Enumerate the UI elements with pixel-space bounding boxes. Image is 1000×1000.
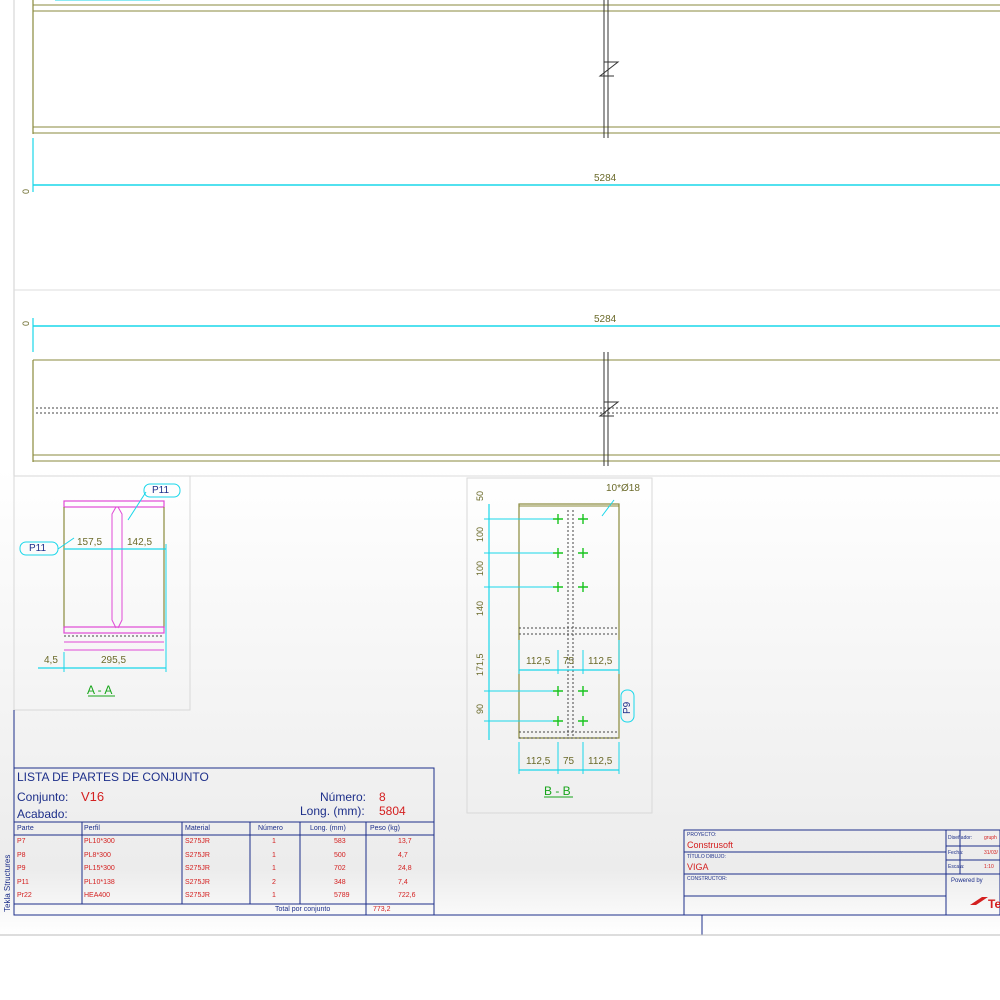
parts-cell: P9 [17, 865, 26, 872]
parts-cell: 24,8 [398, 865, 412, 872]
aa-dim-bottom-small: 4,5 [44, 655, 58, 666]
parts-cell: PL10*138 [84, 878, 115, 886]
aa-section-title: A - A [87, 683, 113, 697]
parts-cell: 702 [334, 865, 346, 872]
bb-vdim-5: 171,5 [475, 653, 485, 676]
col-header-peso: Peso (kg) [370, 825, 400, 832]
parts-cell: 13,7 [398, 838, 412, 845]
bb-vdim-1: 50 [475, 490, 485, 501]
bb-vdim-6: 90 [475, 703, 485, 714]
proyecto-label: PROYECTO: [687, 832, 717, 838]
parts-cell: 4,7 [398, 851, 408, 859]
total-label: Total por conjunto [275, 906, 331, 913]
escala-value: 1:10 [984, 864, 994, 870]
parts-cell: Pr22 [17, 892, 32, 899]
bb-mid-dim-2: 75 [563, 656, 575, 667]
parts-cell: PL15*300 [84, 865, 115, 872]
bb-hole-note: 10*Ø18 [606, 483, 640, 494]
drawing-sheet: 5284 0 5284 0 P11 P11 157,5 142,5 4,5 29… [0, 0, 1000, 1000]
top-origin-text: 0 [21, 188, 31, 194]
proyecto-value: Construsoft [687, 840, 734, 850]
bb-bottom-dim-3: 112,5 [588, 756, 613, 767]
parts-cell: S275JR [185, 892, 210, 899]
parts-cell: S275JR [185, 851, 210, 859]
escala-label: Escala: [948, 864, 965, 870]
long-value: 5804 [379, 804, 406, 818]
parts-cell: P8 [17, 851, 26, 859]
parts-cell: 1 [272, 865, 276, 872]
bb-mid-dim-3: 112,5 [588, 656, 613, 667]
conjunto-value: V16 [81, 789, 105, 804]
aa-dim-right: 142,5 [127, 537, 153, 548]
aa-dim-bottom-main: 295,5 [101, 655, 127, 666]
parts-cell: 1 [272, 892, 276, 899]
aa-tag-p11-top: P11 [152, 485, 170, 496]
col-header-long: Long. (mm) [310, 825, 346, 832]
parts-cell: 348 [334, 878, 346, 886]
bb-section-title: B - B [544, 784, 571, 798]
logo-text: Te [988, 897, 1000, 911]
total-value: 773,2 [373, 906, 391, 913]
parts-cell: 722,6 [398, 892, 416, 899]
col-header-numero: Número [258, 825, 283, 832]
parts-cell: 1 [272, 838, 276, 845]
bottom-origin-text: 0 [21, 320, 31, 326]
disenador-value: gruph [984, 835, 997, 841]
sheet-background [0, 0, 1000, 935]
parts-cell: S275JR [185, 878, 210, 886]
fecha-label: Fecha: [948, 850, 964, 856]
parts-cell: 5789 [334, 892, 350, 899]
drawing-canvas [0, 0, 1000, 1000]
side-label: Tekla Structures [3, 854, 12, 912]
bb-mid-dim-1: 112,5 [526, 656, 551, 667]
parts-cell: P11 [17, 878, 29, 886]
bb-vdim-2: 100 [475, 526, 485, 542]
parts-cell: 1 [272, 851, 276, 859]
bb-bottom-dim-1: 112,5 [526, 756, 551, 767]
numero-label: Número: [320, 790, 367, 804]
parts-cell: 583 [334, 838, 346, 845]
bb-vdim-3: 100 [475, 560, 485, 576]
parts-cell: 2 [272, 878, 276, 886]
bottom-dimension-text: 5284 [594, 314, 617, 325]
screen-margin [0, 935, 1000, 1000]
aa-dim-left: 157,5 [77, 537, 103, 548]
bb-bottom-dim-2: 75 [563, 756, 575, 767]
col-header-parte: Parte [17, 825, 34, 832]
long-label: Long. (mm): [300, 804, 365, 818]
powered-by-label: Powered by [951, 878, 983, 884]
numero-value: 8 [379, 790, 386, 804]
parts-list-heading: LISTA DE PARTES DE CONJUNTO [17, 770, 209, 784]
bb-tag-p9: P9 [622, 701, 633, 714]
conjunto-label: Conjunto: [17, 790, 69, 804]
parts-cell: 7,4 [398, 878, 408, 886]
parts-cell: S275JR [185, 838, 210, 845]
disenador-label: Diseñador: [948, 835, 973, 841]
bb-vdim-4: 140 [475, 600, 485, 616]
parts-cell: PL10*300 [84, 838, 115, 845]
col-header-perfil: Perfil [84, 825, 100, 832]
parts-cell: S275JR [185, 865, 210, 872]
fecha-value: 31/03/ [984, 850, 998, 856]
parts-cell: HEA400 [84, 892, 111, 899]
parts-cell: 500 [334, 851, 346, 859]
titulo-label: TÍTULO DIBUJO: [687, 854, 726, 860]
col-header-material: Material [185, 825, 210, 832]
acabado-label: Acabado: [17, 807, 68, 821]
top-dimension-text: 5284 [594, 173, 617, 184]
aa-tag-p11-left: P11 [29, 543, 47, 554]
parts-cell: P7 [17, 838, 26, 845]
titulo-value: VIGA [687, 862, 709, 872]
constructor-label: CONSTRUCTOR: [687, 876, 728, 882]
parts-cell: PL8*300 [84, 851, 111, 859]
